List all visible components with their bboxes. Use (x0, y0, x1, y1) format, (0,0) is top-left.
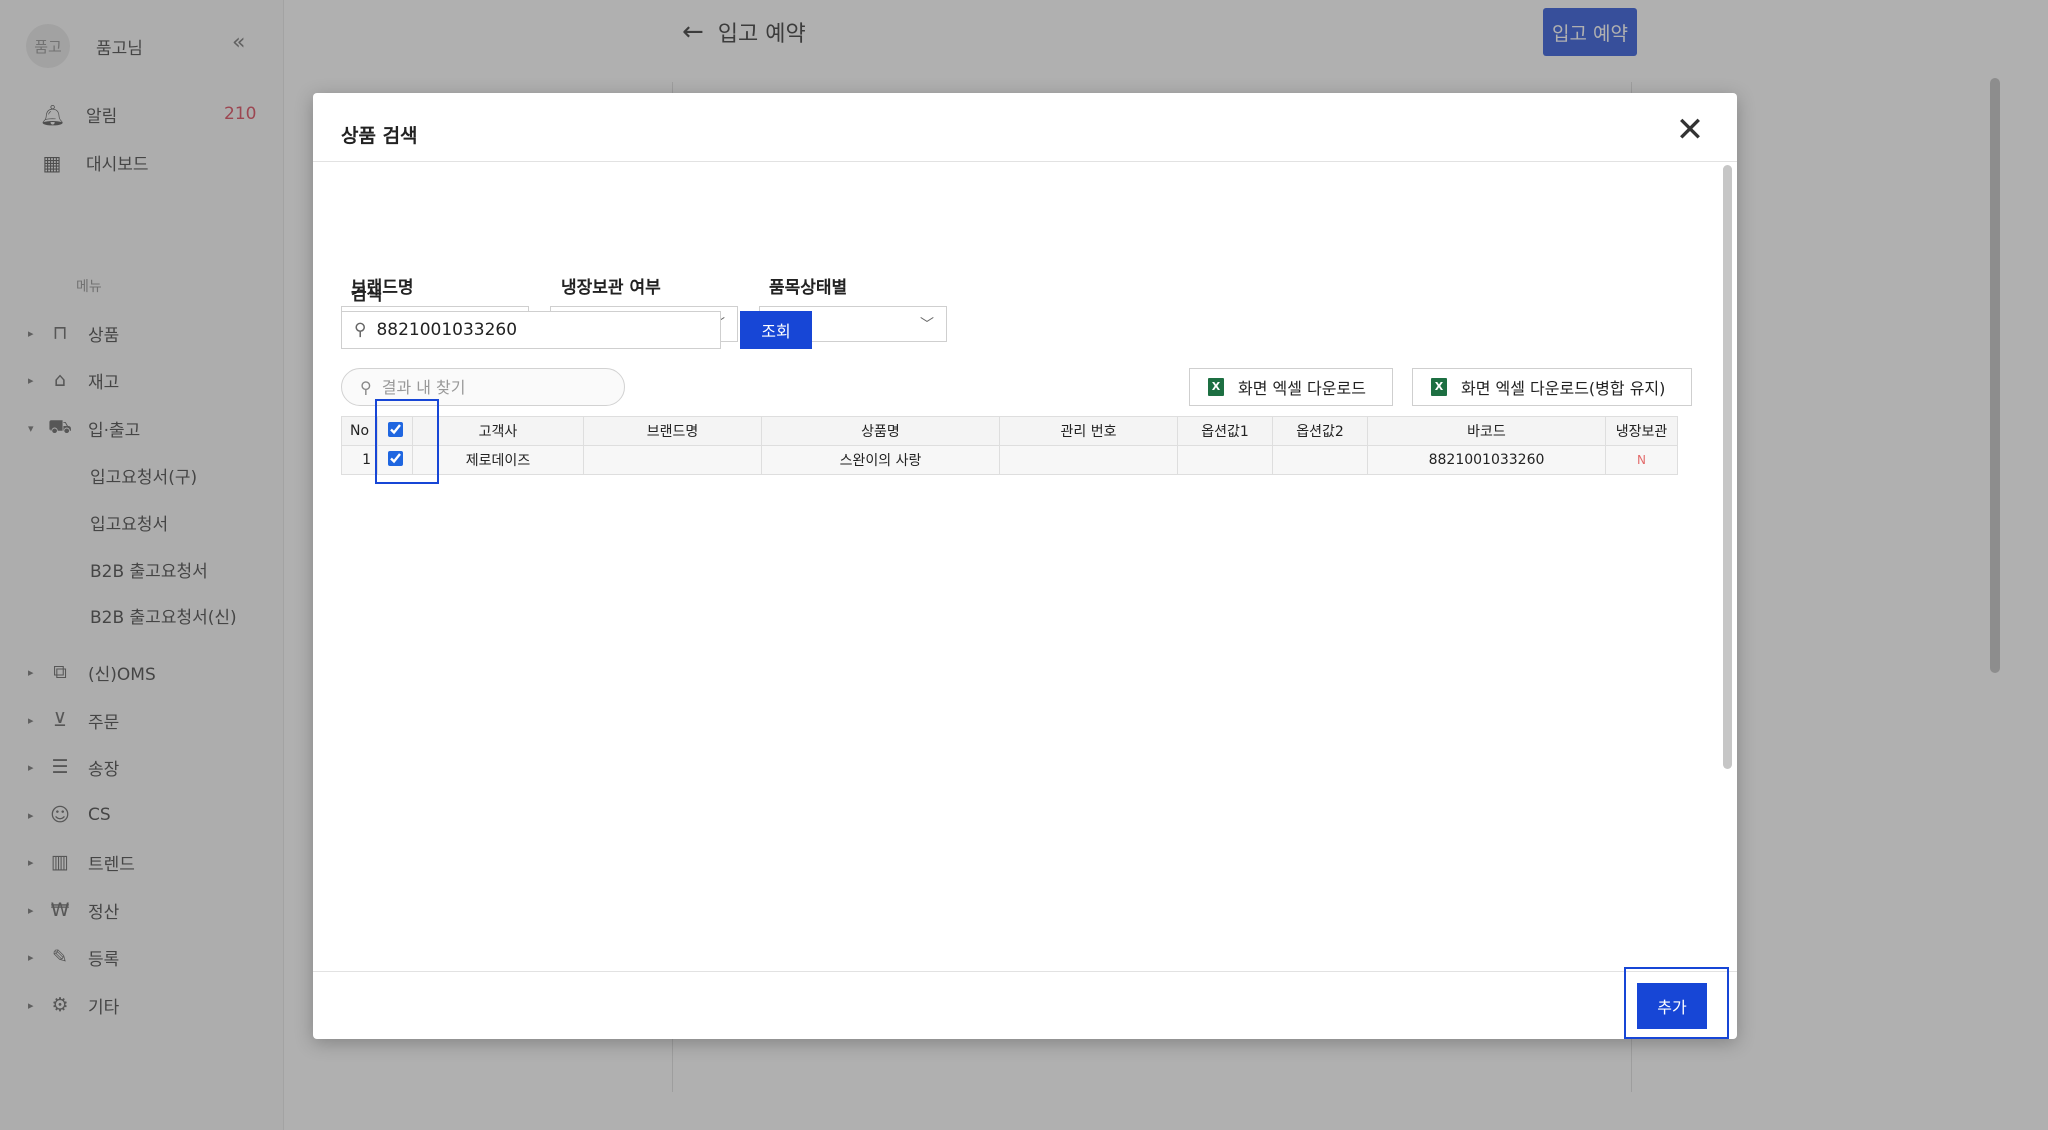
product-search-modal: 상품 검색 ✕ 브랜드명 선택 ﹀ 냉장보관 여부 선택 ﹀ 품목상태별 선택 … (313, 93, 1737, 1039)
column-header-barcode[interactable]: 바코드 (1367, 416, 1606, 446)
column-header-option1[interactable]: 옵션값1 (1177, 416, 1273, 446)
cell-select (377, 445, 413, 475)
modal-scrollbar[interactable] (1723, 165, 1732, 769)
excel-download-merged-button[interactable]: X 화면 엑셀 다운로드(병합 유지) (1412, 368, 1692, 406)
table-row[interactable]: 1 제로데이즈 스완이의 사랑 8821001033260 N (341, 445, 1678, 475)
column-header-brand[interactable]: 브랜드명 (583, 416, 762, 446)
excel-download-label: 화면 엑셀 다운로드 (1238, 379, 1366, 398)
cell-no: 1 (341, 445, 378, 475)
cell-cold-storage: N (1605, 445, 1678, 475)
row-select-checkbox[interactable] (387, 450, 403, 466)
modal-title: 상품 검색 (341, 125, 418, 147)
column-header-select-all (377, 416, 413, 446)
column-header-product[interactable]: 상품명 (761, 416, 1000, 446)
search-field[interactable]: ⚲ (341, 311, 721, 349)
result-filter-input[interactable] (381, 377, 612, 397)
modal-footer (313, 971, 1737, 1039)
cell-barcode: 8821001033260 (1367, 445, 1606, 475)
excel-download-merged-label: 화면 엑셀 다운로드(병합 유지) (1461, 379, 1666, 398)
excel-download-button[interactable]: X 화면 엑셀 다운로드 (1189, 368, 1393, 406)
result-filter-field[interactable]: ⚲ (341, 368, 625, 406)
column-header-option2[interactable]: 옵션값2 (1272, 416, 1368, 446)
excel-icon: X (1431, 378, 1447, 396)
table-header-row: No 고객사 브랜드명 상품명 관리 번호 옵션값1 옵션값2 바코드 냉장보관 (341, 416, 1678, 446)
cell-customer: 제로데이즈 (412, 445, 584, 475)
cold-storage-filter-label: 냉장보관 여부 (561, 278, 661, 298)
cell-option2 (1272, 445, 1368, 475)
cell-manage-no (999, 445, 1178, 475)
modal-header: 상품 검색 ✕ (313, 93, 1737, 162)
search-label: 검색 (351, 285, 383, 305)
cell-option1 (1177, 445, 1273, 475)
excel-icon: X (1208, 378, 1224, 396)
close-icon[interactable]: ✕ (1671, 111, 1709, 149)
query-button[interactable]: 조회 (740, 311, 812, 349)
chevron-down-icon: ﹀ (920, 317, 934, 333)
column-header-cold-storage[interactable]: 냉장보관 (1605, 416, 1678, 446)
select-all-checkbox[interactable] (387, 421, 403, 437)
column-header-manage-no[interactable]: 관리 번호 (999, 416, 1178, 446)
column-header-no: No (341, 416, 378, 446)
search-icon: ⚲ (360, 377, 372, 397)
modal-body: 브랜드명 선택 ﹀ 냉장보관 여부 선택 ﹀ 품목상태별 선택 ﹀ (313, 162, 1721, 971)
search-icon: ⚲ (354, 320, 367, 340)
cell-brand (583, 445, 762, 475)
column-header-customer[interactable]: 고객사 (412, 416, 584, 446)
search-input[interactable] (376, 320, 697, 340)
add-button[interactable]: 추가 (1637, 983, 1707, 1029)
product-results-table: No 고객사 브랜드명 상품명 관리 번호 옵션값1 옵션값2 바코드 냉장보관… (341, 416, 1678, 475)
cell-product: 스완이의 사랑 (761, 445, 1000, 475)
item-status-filter-label: 품목상태별 (769, 278, 848, 298)
